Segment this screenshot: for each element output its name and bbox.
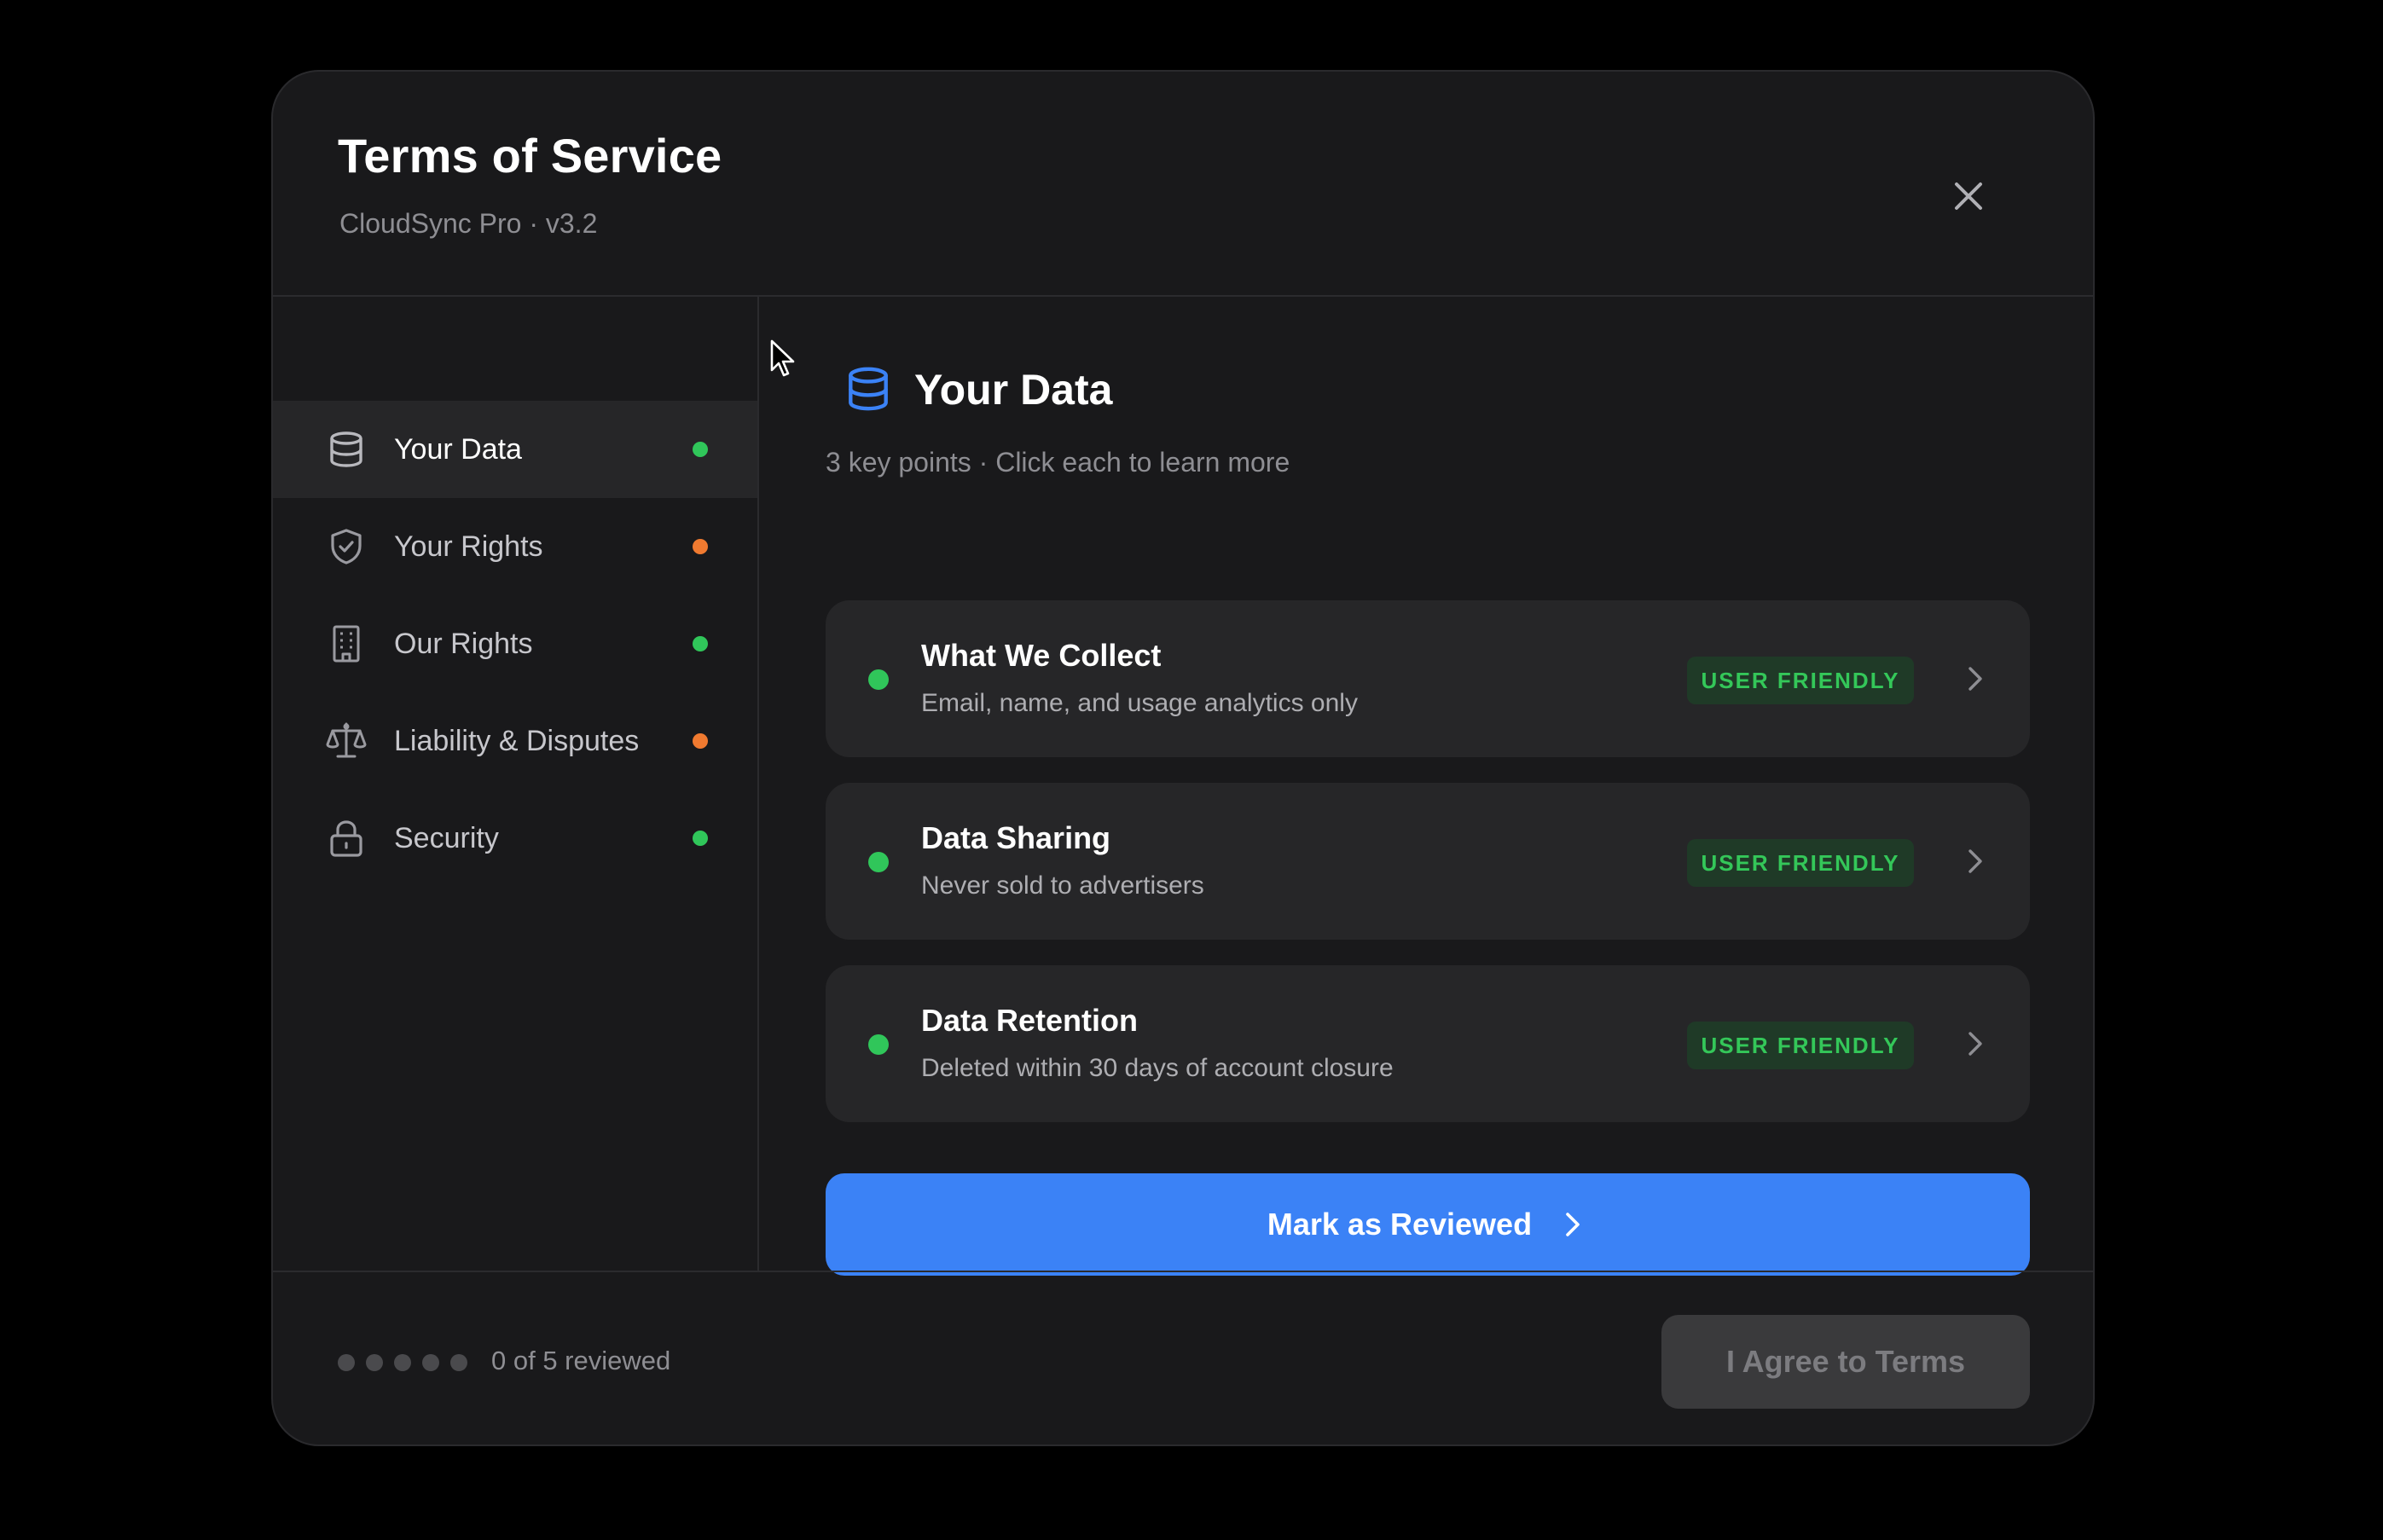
progress-indicator <box>338 1354 478 1371</box>
status-dot <box>868 1034 889 1055</box>
sidebar-item-your-data[interactable]: Your Data <box>273 401 757 498</box>
sidebar-item-your-rights[interactable]: Your Rights <box>273 498 757 595</box>
sidebar-item-label: Liability & Disputes <box>394 724 640 757</box>
progress-dot <box>394 1354 411 1371</box>
agree-to-terms-button[interactable]: I Agree to Terms <box>1661 1315 2030 1409</box>
status-dot <box>868 852 889 872</box>
building-icon <box>324 622 368 666</box>
modal-header: Terms of Service CloudSync Pro · v3.2 <box>273 72 2093 297</box>
key-point-card[interactable]: Data Retention Deleted within 30 days of… <box>826 965 2030 1122</box>
sidebar: Your Data Your Rights Our Rights Liabili… <box>273 297 759 1271</box>
close-button[interactable] <box>1938 165 1999 227</box>
card-title: What We Collect <box>921 638 1162 673</box>
button-label: Mark as Reviewed <box>1267 1207 1533 1242</box>
status-dot <box>693 539 708 554</box>
key-point-card[interactable]: Data Sharing Never sold to advertisers U… <box>826 783 2030 940</box>
modal-title: Terms of Service <box>338 129 722 182</box>
sidebar-item-liability-disputes[interactable]: Liability & Disputes <box>273 692 757 790</box>
section-subtitle: 3 key points · Click each to learn more <box>826 447 1290 478</box>
terms-modal: Terms of Service CloudSync Pro · v3.2 Yo… <box>271 70 2095 1446</box>
status-dot <box>868 669 889 690</box>
status-dot <box>693 831 708 846</box>
modal-subtitle: CloudSync Pro · v3.2 <box>339 208 598 239</box>
scale-icon <box>324 719 368 763</box>
user-friendly-badge: USER FRIENDLY <box>1687 657 1914 704</box>
progress-dot <box>338 1354 355 1371</box>
status-dot <box>693 733 708 749</box>
status-dot <box>693 442 708 457</box>
lock-icon <box>324 816 368 860</box>
close-icon <box>1955 182 1982 210</box>
main-content: Your Data 3 key points · Click each to l… <box>759 297 2093 1276</box>
chevron-right-icon <box>1968 1032 1982 1056</box>
card-description: Deleted within 30 days of account closur… <box>921 1054 1394 1082</box>
sidebar-item-security[interactable]: Security <box>273 790 757 887</box>
status-dot <box>693 636 708 651</box>
section-title: Your Data <box>914 366 1113 414</box>
chevron-right-icon <box>1968 667 1982 691</box>
database-icon <box>324 427 368 472</box>
card-title: Data Sharing <box>921 820 1111 855</box>
sidebar-item-label: Security <box>394 821 499 854</box>
sidebar-item-label: Your Rights <box>394 530 543 563</box>
database-icon <box>849 367 888 411</box>
card-description: Never sold to advertisers <box>921 871 1204 900</box>
user-friendly-badge: USER FRIENDLY <box>1687 1022 1914 1069</box>
key-point-card[interactable]: What We Collect Email, name, and usage a… <box>826 600 2030 757</box>
user-friendly-badge: USER FRIENDLY <box>1687 839 1914 887</box>
progress-dot <box>366 1354 383 1371</box>
card-description: Email, name, and usage analytics only <box>921 689 1358 717</box>
progress-text: 0 of 5 reviewed <box>491 1346 671 1375</box>
mouse-cursor-icon <box>770 339 795 377</box>
sidebar-item-label: Our Rights <box>394 627 533 660</box>
progress-dot <box>422 1354 439 1371</box>
card-title: Data Retention <box>921 1003 1139 1038</box>
modal-footer: 0 of 5 reviewed I Agree to Terms <box>273 1271 2093 1444</box>
progress-dot <box>450 1354 467 1371</box>
sidebar-item-label: Your Data <box>394 432 522 466</box>
sidebar-item-our-rights[interactable]: Our Rights <box>273 595 757 692</box>
mark-as-reviewed-button[interactable]: Mark as Reviewed <box>826 1173 2030 1276</box>
shield-check-icon <box>324 524 368 569</box>
chevron-right-icon <box>1968 849 1982 873</box>
chevron-right-icon <box>1566 1213 1580 1236</box>
